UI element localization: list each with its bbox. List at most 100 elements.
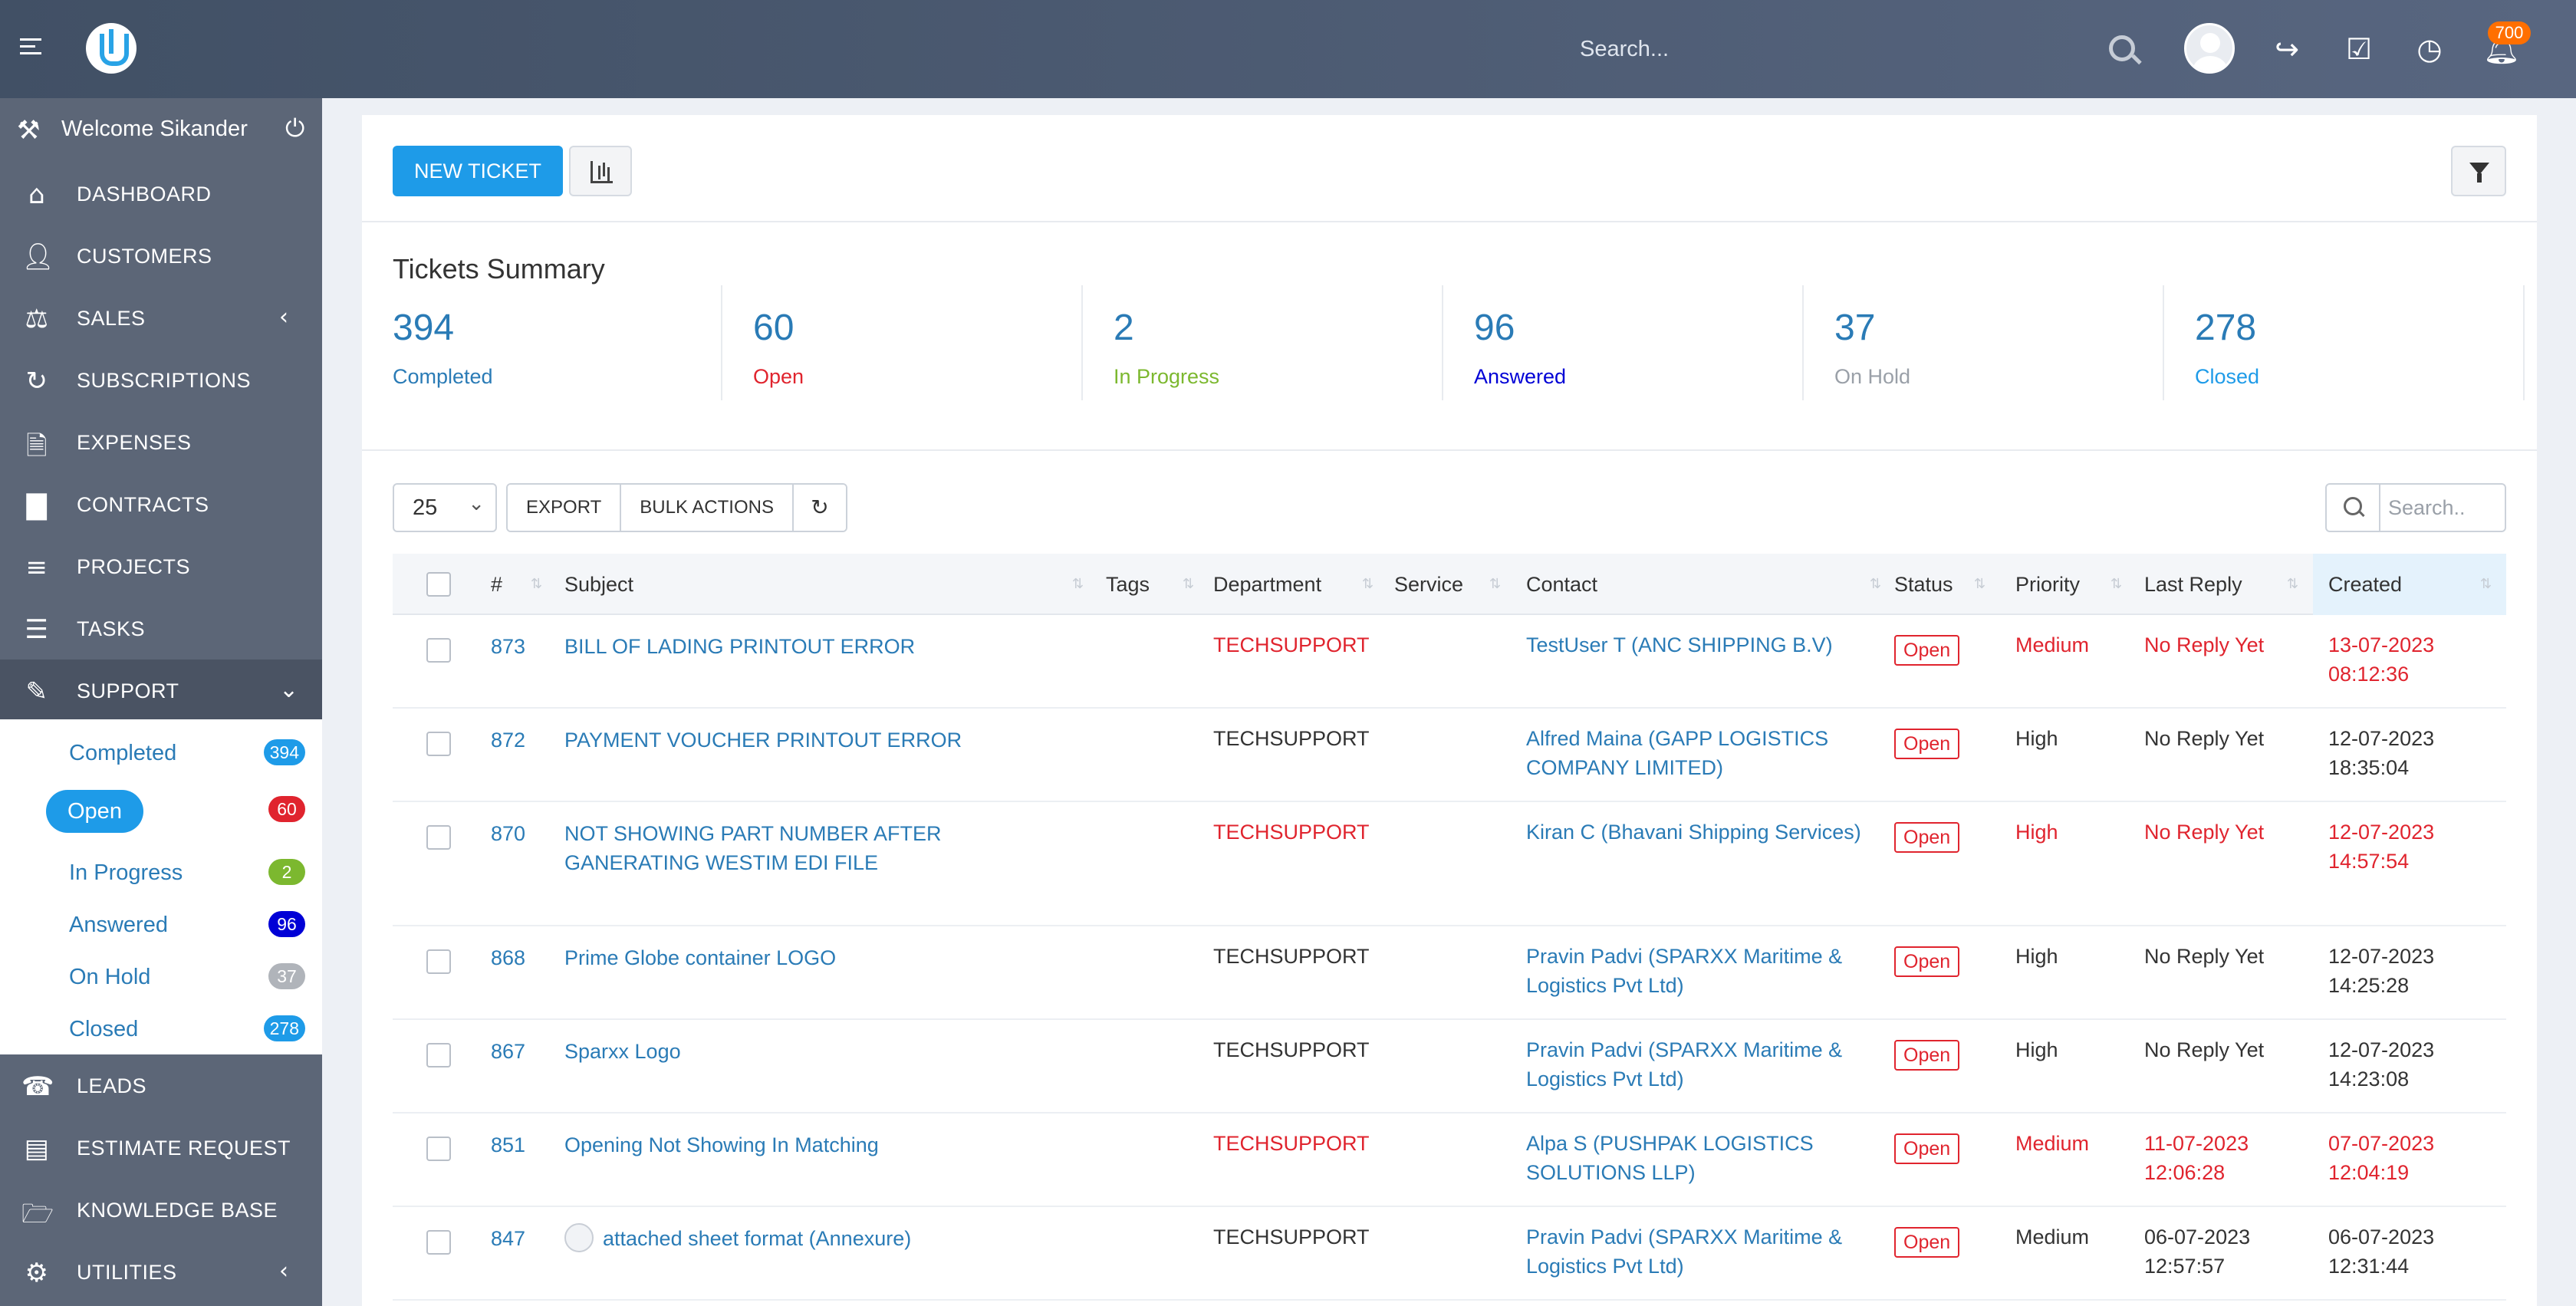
stat-open[interactable]: 60 Open [722, 285, 1083, 400]
count-badge: 37 [268, 963, 305, 989]
ticket-id-link[interactable]: 872 [491, 725, 525, 755]
row-checkbox[interactable] [426, 1230, 451, 1255]
submenu-item-answered[interactable]: Answered 96 [0, 899, 322, 949]
table-search-input[interactable] [2388, 485, 2503, 531]
ticket-subject-link[interactable]: Prime Globe container LOGO [564, 943, 1086, 972]
submenu-item-completed[interactable]: Completed 394 [0, 727, 322, 778]
department: TECHSUPPORT [1213, 633, 1370, 656]
user-avatar[interactable] [2184, 23, 2235, 74]
ticket-subject-link[interactable]: NOT SHOWING PART NUMBER AFTER GANERATING … [564, 819, 1086, 877]
table-search[interactable] [2325, 483, 2506, 532]
stat-on-hold[interactable]: 37 On Hold [1804, 285, 2164, 400]
ticket-id-link[interactable]: 847 [491, 1224, 525, 1253]
bar-chart-icon[interactable] [569, 146, 632, 196]
column-header-tags[interactable]: Tags ⇅ [1106, 554, 1206, 615]
power-icon[interactable]: ⏻ [285, 113, 304, 143]
row-checkbox[interactable] [426, 825, 451, 850]
hamburger-menu-icon[interactable] [20, 38, 41, 57]
sidebar-item-utilities[interactable]: ⚙ UTILITIES ‹ [0, 1241, 322, 1303]
contact-link[interactable]: Kiran C (Bhavani Shipping Services) [1526, 817, 1887, 847]
ticket-id-link[interactable]: 870 [491, 819, 525, 848]
ticket-subject-link[interactable]: BILL OF LADING PRINTOUT ERROR [564, 632, 1086, 661]
sidebar-item-label: CUSTOMERS [77, 245, 212, 268]
table-row[interactable]: 867 Sparxx Logo TECHSUPPORT Pravin Padvi… [393, 1020, 2506, 1114]
sidebar-item-estimate-request[interactable]: ▤ ESTIMATE REQUEST [0, 1117, 322, 1179]
global-search[interactable] [1580, 29, 2147, 69]
table-row[interactable]: 851 Opening Not Showing In Matching TECH… [393, 1114, 2506, 1207]
ticket-subject-link[interactable]: attached sheet format (Annexure) [564, 1222, 1086, 1255]
filter-icon[interactable] [2451, 146, 2506, 196]
export-button[interactable]: EXPORT [508, 485, 622, 531]
column-header-priority[interactable]: Priority ⇅ [2015, 554, 2130, 615]
ticket-id-link[interactable]: 868 [491, 943, 525, 972]
sidebar-item-support[interactable]: ✎ SUPPORT ⌄ [0, 660, 322, 722]
stat-answered[interactable]: 96 Answered [1443, 285, 1804, 400]
stat-in-progress[interactable]: 2 In Progress [1083, 285, 1443, 400]
sidebar-item-subscriptions[interactable]: ↻ SUBSCRIPTIONS [0, 349, 322, 411]
contact-link[interactable]: Alfred Maina (GAPP LOGISTICS COMPANY LIMI… [1526, 724, 1887, 782]
sidebar-item-dashboard[interactable]: ⌂ DASHBOARD [0, 163, 322, 225]
sidebar-item-contracts[interactable]: ▇ CONTRACTS [0, 473, 322, 535]
row-checkbox[interactable] [426, 1137, 451, 1161]
sidebar-item-sales[interactable]: ⚖ SALES ‹ [0, 287, 322, 349]
row-checkbox[interactable] [426, 949, 451, 974]
new-ticket-button[interactable]: NEW TICKET [393, 146, 563, 196]
table-row[interactable]: 870 NOT SHOWING PART NUMBER AFTER GANERAT… [393, 802, 2506, 926]
ticket-id-link[interactable]: 867 [491, 1037, 525, 1066]
checklist-icon[interactable]: ☑ [2342, 32, 2376, 66]
sidebar-item-tasks[interactable]: ☰ TASKS [0, 597, 322, 660]
home-icon: ⌂ [28, 179, 46, 210]
row-checkbox[interactable] [426, 1043, 451, 1067]
table-row[interactable]: 872 PAYMENT VOUCHER PRINTOUT ERROR TECHS… [393, 709, 2506, 802]
table-row[interactable]: 868 Prime Globe container LOGO TECHSUPPO… [393, 926, 2506, 1020]
contact-link[interactable]: Alpa S (PUSHPAK LOGISTICS SOLUTIONS LLP) [1526, 1129, 1887, 1187]
submenu-item-open[interactable]: Open 60 [0, 784, 322, 834]
sidebar-item-knowledge-base[interactable]: 🗁 KNOWLEDGE BASE [0, 1179, 322, 1241]
submenu-item-in-progress[interactable]: In Progress 2 [0, 847, 322, 897]
column-header-contact[interactable]: Contact ⇅ [1526, 554, 1887, 615]
column-header-service[interactable]: Service ⇅ [1394, 554, 1509, 615]
ticket-subject-link[interactable]: PAYMENT VOUCHER PRINTOUT ERROR [564, 725, 1086, 755]
stat-closed[interactable]: 278 Closed [2164, 285, 2525, 400]
submenu-item-closed[interactable]: Closed 278 [0, 1003, 322, 1054]
contact-link[interactable]: Pravin Padvi (SPARXX Maritime & Logistics… [1526, 1035, 1887, 1094]
stat-completed[interactable]: 394 Completed [362, 285, 722, 400]
sidebar-item-leads[interactable]: ☎ LEADS [0, 1054, 322, 1117]
ticket-subject-link[interactable]: Sparxx Logo [564, 1037, 1086, 1066]
submenu-item-on-hold[interactable]: On Hold 37 [0, 951, 322, 1002]
sidebar-item-customers[interactable]: 👤︎ CUSTOMERS [0, 225, 322, 287]
share-icon[interactable]: ↪ [2270, 32, 2304, 66]
last-reply: No Reply Yet [2144, 633, 2265, 656]
app-logo[interactable] [86, 23, 137, 74]
select-all-checkbox[interactable] [426, 572, 451, 597]
global-search-input[interactable] [1580, 29, 2147, 69]
column-header-subject[interactable]: Subject ⇅ [564, 554, 1094, 615]
last-reply: 06-07-2023 12:57:57 [2144, 1225, 2251, 1278]
contact-link[interactable]: Pravin Padvi (SPARXX Maritime & Logistics… [1526, 942, 1887, 1000]
sidebar-item-expenses[interactable]: 🗎 EXPENSES [0, 411, 322, 473]
sidebar-item-projects[interactable]: ≡ PROJECTS [0, 535, 322, 597]
search-icon[interactable] [2109, 35, 2135, 61]
reload-icon[interactable]: ↻ [793, 485, 846, 531]
contact-link[interactable]: TestUser T (ANC SHIPPING B.V) [1526, 630, 1887, 660]
column-header-id[interactable]: # ⇅ [491, 554, 552, 615]
clock-icon[interactable]: ◷ [2413, 32, 2446, 66]
ticket-subject-link[interactable]: Opening Not Showing In Matching [564, 1130, 1086, 1160]
ticket-id-link[interactable]: 873 [491, 632, 525, 661]
column-header-last-reply[interactable]: Last Reply ⇅ [2144, 554, 2305, 615]
table-actions: EXPORT BULK ACTIONS ↻ [506, 483, 847, 532]
page-length-select[interactable]: 25 ⌄ [393, 483, 497, 532]
row-checkbox[interactable] [426, 638, 451, 663]
column-header-department[interactable]: Department ⇅ [1213, 554, 1382, 615]
column-header-label: Department [1213, 573, 1322, 596]
column-header-status[interactable]: Status ⇅ [1894, 554, 1994, 615]
column-header-created[interactable]: Created ⇅ [2313, 554, 2506, 615]
bulk-actions-button[interactable]: BULK ACTIONS [621, 485, 794, 531]
table-row[interactable]: 847 attached sheet format (Annexure) TEC… [393, 1207, 2506, 1301]
sidebar-item-label: PROJECTS [77, 555, 191, 578]
department: TECHSUPPORT [1213, 727, 1370, 750]
row-checkbox[interactable] [426, 732, 451, 756]
ticket-id-link[interactable]: 851 [491, 1130, 525, 1160]
table-row[interactable]: 873 BILL OF LADING PRINTOUT ERROR TECHSU… [393, 615, 2506, 709]
contact-link[interactable]: Pravin Padvi (SPARXX Maritime & Logistics… [1526, 1222, 1887, 1281]
